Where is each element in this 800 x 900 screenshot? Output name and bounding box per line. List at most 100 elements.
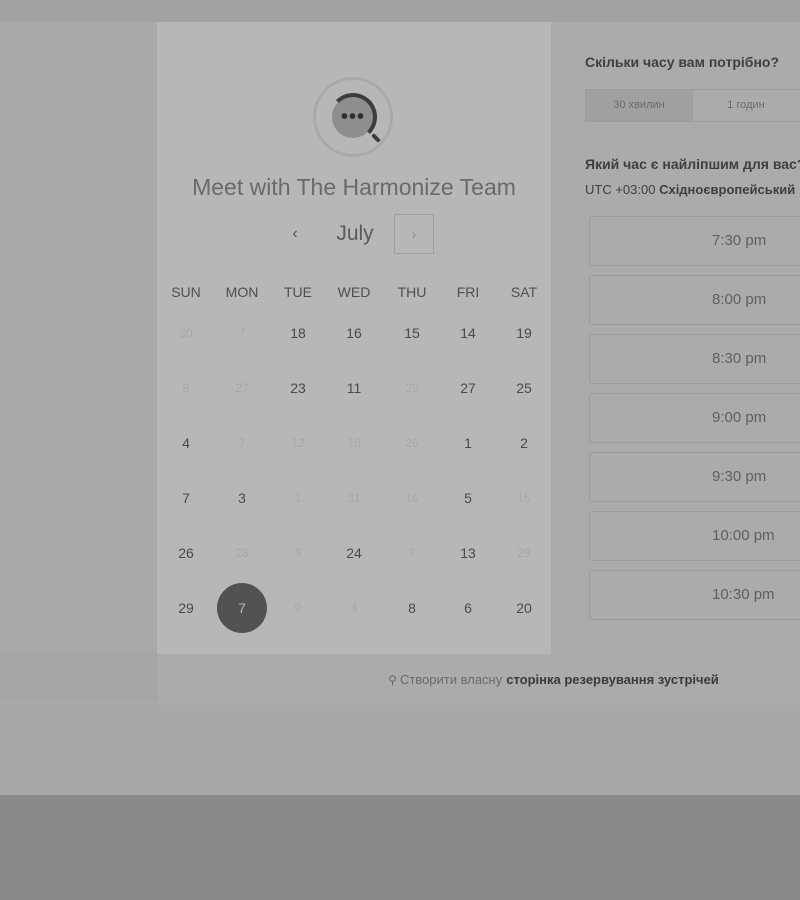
- weekday-tue: TUE: [284, 284, 312, 300]
- calendar-day[interactable]: 11: [326, 362, 382, 414]
- background-lower: [0, 700, 800, 795]
- create-page-link[interactable]: сторінка резервування зустрічей: [506, 672, 719, 687]
- day-number: 7: [238, 600, 246, 616]
- calendar-day[interactable]: 2: [496, 417, 552, 469]
- calendar-day[interactable]: 18: [270, 307, 326, 359]
- day-number: 15: [517, 491, 531, 505]
- day-number: 16: [346, 325, 362, 341]
- calendar-day: 7: [214, 307, 270, 359]
- selected-day[interactable]: 7: [214, 582, 270, 634]
- day-number: 14: [460, 325, 476, 341]
- month-navigation: ‹ July ›: [157, 214, 551, 258]
- calendar-day[interactable]: 6: [440, 582, 496, 634]
- day-number: 28: [235, 546, 249, 560]
- day-number: 31: [347, 491, 361, 505]
- calendar-day: 16: [384, 472, 440, 524]
- day-number: 23: [290, 380, 306, 396]
- calendar-day[interactable]: 4: [158, 417, 214, 469]
- calendar-day[interactable]: 19: [496, 307, 552, 359]
- day-number: 25: [516, 380, 532, 396]
- day-number: 1: [294, 491, 302, 505]
- calendar-day[interactable]: 26: [158, 527, 214, 579]
- calendar-panel: ••• Meet with The Harmonize Team ‹ July …: [157, 22, 551, 654]
- day-number: 2: [520, 435, 528, 451]
- duration-30-button[interactable]: 30 хвилин: [586, 90, 692, 121]
- calendar-day[interactable]: 29: [158, 582, 214, 634]
- calendar-day[interactable]: 16: [326, 307, 382, 359]
- next-month-button[interactable]: ›: [394, 214, 434, 254]
- calendar-day: 15: [496, 472, 552, 524]
- day-number: 29: [178, 600, 194, 616]
- month-label: July: [336, 222, 374, 245]
- day-number: 29: [405, 381, 419, 395]
- calendar-day: 30: [158, 307, 214, 359]
- calendar-day[interactable]: 27: [440, 362, 496, 414]
- calendar-day[interactable]: 23: [270, 362, 326, 414]
- calendar-day: 7: [214, 417, 270, 469]
- timezone-label: UTC +03:00 Східноєвропейський: [585, 182, 795, 197]
- calendar-day[interactable]: 24: [326, 527, 382, 579]
- calendar-day[interactable]: 3: [214, 472, 270, 524]
- day-number: 18: [347, 436, 361, 450]
- calendar-day: 18: [326, 417, 382, 469]
- calendar-day[interactable]: 8: [384, 582, 440, 634]
- calendar-day[interactable]: 5: [440, 472, 496, 524]
- calendar-day[interactable]: 1: [440, 417, 496, 469]
- timezone-offset: UTC +03:00: [585, 182, 656, 197]
- duration-60-button[interactable]: 1 годин: [693, 90, 799, 121]
- day-number: 15: [404, 325, 420, 341]
- calendar-day: 28: [214, 527, 270, 579]
- time-slot-button[interactable]: 7:30 pm: [589, 216, 800, 266]
- calendar-day: 26: [384, 417, 440, 469]
- prev-month-button[interactable]: ‹: [281, 220, 309, 248]
- calendar-day: 8: [158, 362, 214, 414]
- day-number: 1: [464, 435, 472, 451]
- calendar-day[interactable]: 13: [440, 527, 496, 579]
- day-number: 19: [516, 325, 532, 341]
- calendar-day[interactable]: 20: [496, 582, 552, 634]
- day-number: 26: [405, 436, 419, 450]
- day-number: 8: [408, 600, 416, 616]
- calendar-day[interactable]: 7: [158, 472, 214, 524]
- day-number: 7: [238, 436, 246, 450]
- duration-question: Скільки часу вам потрібно?: [585, 54, 780, 70]
- day-number: 26: [178, 545, 194, 561]
- calendar-day[interactable]: 15: [384, 307, 440, 359]
- calendar-day: 27: [214, 362, 270, 414]
- day-number: 27: [235, 381, 249, 395]
- calendar-day: 29: [496, 527, 552, 579]
- team-title: Meet with The Harmonize Team: [192, 174, 516, 200]
- calendar-day: 12: [270, 417, 326, 469]
- calendar-day[interactable]: 25: [496, 362, 552, 414]
- day-number: 12: [291, 436, 305, 450]
- calendar-day: 29: [384, 362, 440, 414]
- time-slot-button[interactable]: 8:00 pm: [589, 275, 800, 325]
- calendar-day[interactable]: 14: [440, 307, 496, 359]
- weekday-wed: WED: [337, 284, 371, 300]
- day-number: 18: [290, 325, 306, 341]
- meetings-widget: ••• Meet with The Harmonize Team ‹ July …: [157, 22, 800, 705]
- calendar-day: 1: [270, 472, 326, 524]
- time-slot-button[interactable]: 8:30 pm: [589, 334, 800, 384]
- day-number: 9: [294, 601, 302, 615]
- day-number: 24: [346, 545, 362, 561]
- time-slot-button[interactable]: 10:30 pm: [589, 570, 800, 620]
- day-number: 30: [179, 326, 193, 340]
- top-bar: [0, 0, 800, 22]
- time-slot-button[interactable]: 9:30 pm: [589, 452, 800, 502]
- day-number: 6: [464, 600, 472, 616]
- time-slot-button[interactable]: 9:00 pm: [589, 393, 800, 443]
- footer: ⚲ Створити власну сторінка резервування …: [157, 654, 800, 705]
- team-logo: •••: [313, 77, 393, 157]
- time-slot-list: 7:30 pm 8:00 pm 8:30 pm 9:00 pm 9:30 pm 10:00…: [589, 216, 800, 620]
- footer-prefix: Створити власну: [399, 672, 503, 687]
- time-question: Який час є найліпшим для вас?: [585, 156, 800, 172]
- weekday-sat: SAT: [510, 284, 538, 300]
- weekday-fri: FRI: [456, 284, 480, 300]
- calendar-day: 9: [270, 527, 326, 579]
- calendar-day: 4: [326, 582, 382, 634]
- day-number: 4: [350, 601, 358, 615]
- timezone-name: Східноєвропейський: [659, 182, 796, 197]
- sprocket-icon: ⚲: [388, 672, 397, 687]
- time-slot-button[interactable]: 10:00 pm: [589, 511, 800, 561]
